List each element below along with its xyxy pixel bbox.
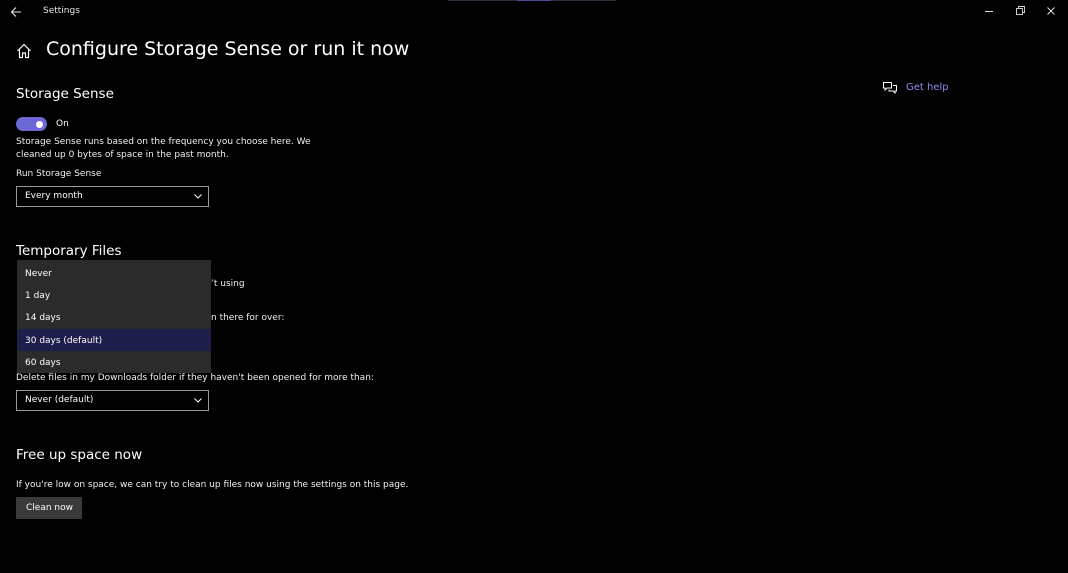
temporary-files-heading: Temporary Files xyxy=(16,243,122,259)
app-title: Settings xyxy=(43,6,80,16)
home-button[interactable] xyxy=(14,41,34,61)
run-storage-sense-label: Run Storage Sense xyxy=(16,169,102,179)
title-bar-accent xyxy=(517,0,551,1)
back-arrow-icon xyxy=(10,7,21,17)
toggle-knob xyxy=(36,120,43,128)
downloads-label: Delete files in my Downloads folder if t… xyxy=(16,373,374,383)
storage-sense-toggle[interactable] xyxy=(16,117,47,131)
storage-sense-heading: Storage Sense xyxy=(16,86,114,102)
dropdown-option[interactable]: Never xyxy=(17,262,211,284)
chevron-down-icon xyxy=(194,194,202,199)
recycle-bin-dropdown-list: Never 1 day 14 days 30 days (default) 60… xyxy=(17,260,211,373)
free-up-description: If you're low on space, we can try to cl… xyxy=(16,480,409,490)
recycle-bin-partial-text: n there for over: xyxy=(211,313,285,323)
close-icon xyxy=(1047,7,1055,15)
temp-files-partial-text-1: ’t using xyxy=(211,279,245,289)
chat-help-icon xyxy=(883,82,897,95)
downloads-value: Never (default) xyxy=(25,395,94,405)
clean-now-button[interactable]: Clean now xyxy=(16,497,82,519)
dropdown-option[interactable]: 1 day xyxy=(17,284,211,306)
get-help-link[interactable]: Get help xyxy=(906,82,949,93)
run-frequency-value: Every month xyxy=(25,191,83,201)
minimize-icon xyxy=(985,11,993,12)
minimize-button[interactable] xyxy=(980,3,998,19)
page-title: Configure Storage Sense or run it now xyxy=(46,38,410,60)
dropdown-option[interactable]: 14 days xyxy=(17,306,211,328)
chevron-down-icon xyxy=(194,398,202,403)
restore-button[interactable] xyxy=(1011,3,1029,19)
run-frequency-dropdown[interactable]: Every month xyxy=(16,186,209,207)
settings-window: Settings Configure Storage Sense or run … xyxy=(0,0,1068,573)
downloads-dropdown[interactable]: Never (default) xyxy=(16,390,209,411)
back-button[interactable] xyxy=(6,2,28,22)
dropdown-option[interactable]: 60 days xyxy=(17,351,211,373)
free-up-space-heading: Free up space now xyxy=(16,447,143,463)
storage-sense-description-line1: Storage Sense runs based on the frequenc… xyxy=(16,137,311,147)
clean-now-label: Clean now xyxy=(26,503,73,513)
toggle-state-label: On xyxy=(56,119,69,129)
title-bar: Settings xyxy=(0,0,1068,24)
storage-sense-description-line2: cleaned up 0 bytes of space in the past … xyxy=(16,150,229,160)
home-icon xyxy=(17,43,31,59)
close-button[interactable] xyxy=(1042,3,1060,19)
help-icon-wrap[interactable] xyxy=(882,80,898,95)
restore-icon xyxy=(1016,6,1025,15)
dropdown-option-selected[interactable]: 30 days (default) xyxy=(17,329,211,351)
